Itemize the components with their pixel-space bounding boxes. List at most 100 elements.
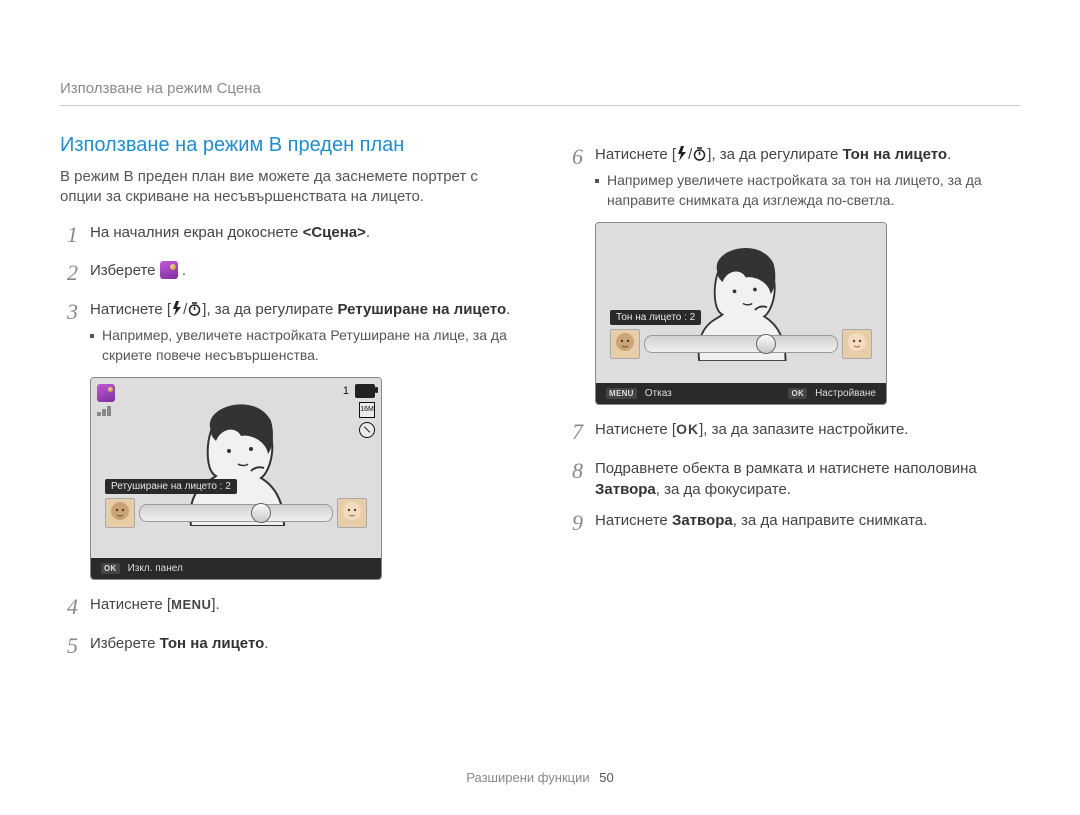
step-text: Натиснете [ <box>595 421 676 438</box>
sub-text: Например, увеличете настройката Ретушира… <box>102 326 515 365</box>
intro-text: В режим В преден план вие можете да засн… <box>60 167 515 208</box>
menu-key-label: MENU <box>606 388 637 399</box>
step-6: 6 Натиснете [/], за да регулирате Тон на… <box>565 144 1020 210</box>
timer-icon <box>692 146 707 167</box>
step-text: ], за да регулирате <box>202 301 337 318</box>
face-thumb-light <box>337 498 367 528</box>
step-body: Изберете Тон на лицето. <box>90 633 515 654</box>
mode-indicator-icon <box>97 384 115 402</box>
slider-label: Ретуширане на лицето : 2 <box>105 479 237 494</box>
footer-text: Изкл. панел <box>128 563 183 574</box>
slider-knob[interactable] <box>251 503 271 523</box>
manual-page: Използване на режим Сцена Използване на … <box>0 0 1080 815</box>
footer-text: Отказ <box>645 388 672 399</box>
step-number: 7 <box>565 417 583 448</box>
step-number: 4 <box>60 592 78 623</box>
step-text: . <box>182 262 186 279</box>
step-4: 4 Натиснете [MENU]. <box>60 594 515 623</box>
step-bold: Тон на лицето <box>160 635 265 652</box>
page-footer: Разширени функции 50 <box>0 770 1080 785</box>
step-text: ], за да регулирате <box>707 146 842 163</box>
step-number: 9 <box>565 508 583 539</box>
page-number: 50 <box>599 770 613 785</box>
timer-icon <box>187 301 202 322</box>
ok-key-icon: OK <box>676 420 699 440</box>
hud-top-right: 1 16M <box>343 384 375 438</box>
ok-key-label: OK <box>788 388 807 399</box>
shots-remaining: 1 <box>343 385 349 397</box>
step-text: . <box>947 146 951 163</box>
step-body: Изберете . <box>90 260 515 281</box>
camera-footer: MENU Отказ OK Настройване <box>596 383 886 404</box>
step-2: 2 Изберете . <box>60 260 515 289</box>
camera-preview: 1 16M <box>91 378 381 558</box>
menu-key-icon: MENU <box>171 596 211 614</box>
step-text: ]. <box>211 596 219 613</box>
step-number: 6 <box>565 142 583 173</box>
step-bold: Затвора <box>672 512 733 529</box>
beauty-mode-icon <box>160 261 178 279</box>
step-body: На началния екран докоснете <Сцена>. <box>90 222 515 243</box>
sub-bullet: Например, увеличете настройката Ретушира… <box>90 326 515 365</box>
sub-bullet: Например увеличете настройката за тон на… <box>595 171 1020 210</box>
footer-section: Разширени функции <box>466 770 589 785</box>
step-number: 8 <box>565 456 583 487</box>
step-text: . <box>366 224 370 241</box>
step-body: Натиснете [/], за да регулирате Ретушира… <box>90 299 515 365</box>
camera-preview: Тон на лицето : 2 <box>596 223 886 383</box>
step-5: 5 Изберете Тон на лицето. <box>60 633 515 662</box>
step-3: 3 Натиснете [/], за да регулирате Ретуши… <box>60 299 515 365</box>
step-text: На началния екран докоснете <box>90 224 303 241</box>
tone-slider: Тон на лицето : 2 <box>610 307 872 359</box>
signal-bars-icon <box>97 406 115 416</box>
face-thumb-light <box>842 329 872 359</box>
step-text: Изберете <box>90 262 160 279</box>
step-7: 7 Натиснете [OK], за да запазите настрой… <box>565 419 1020 448</box>
bullet-icon <box>90 334 94 338</box>
hud-top-left <box>97 384 115 416</box>
ok-key-label: OK <box>101 563 120 574</box>
step-text: Натиснете [ <box>90 596 171 613</box>
slider-row <box>105 498 367 528</box>
step-text: Подравнете обекта в рамката и натиснете … <box>595 460 977 477</box>
resolution-icon: 16M <box>359 402 375 418</box>
step-number: 2 <box>60 258 78 289</box>
step-body: Натиснете Затвора, за да направите снимк… <box>595 510 1020 531</box>
step-number: 5 <box>60 631 78 662</box>
slider-row <box>610 329 872 359</box>
step-text: . <box>264 635 268 652</box>
left-column: Използване на режим В преден план В режи… <box>60 134 515 672</box>
flash-icon <box>171 301 183 322</box>
breadcrumb: Използване на режим Сцена <box>60 80 1020 106</box>
step-number: 1 <box>60 220 78 251</box>
step-8: 8 Подравнете обекта в рамката и натиснет… <box>565 458 1020 500</box>
flash-icon <box>676 146 688 167</box>
step-body: Натиснете [/], за да регулирате Тон на л… <box>595 144 1020 210</box>
step-9: 9 Натиснете Затвора, за да направите сни… <box>565 510 1020 539</box>
step-body: Натиснете [MENU]. <box>90 594 515 615</box>
face-thumb-dark <box>105 498 135 528</box>
slider-label: Тон на лицето : 2 <box>610 310 701 325</box>
step-text: ], за да запазите настройките. <box>699 421 908 438</box>
battery-icon <box>355 384 375 398</box>
step-body: Натиснете [OK], за да запазите настройки… <box>595 419 1020 440</box>
step-text: Натиснете [ <box>595 146 676 163</box>
step-1: 1 На началния екран докоснете <Сцена>. <box>60 222 515 251</box>
slider-track[interactable] <box>644 335 838 353</box>
camera-screenshot-tone: Тон на лицето : 2 <box>595 222 887 405</box>
no-flash-icon <box>359 422 375 438</box>
face-thumb-dark <box>610 329 640 359</box>
slider-knob[interactable] <box>756 334 776 354</box>
step-text: . <box>506 301 510 318</box>
step-bold: Затвора <box>595 481 656 498</box>
step-text: , за да фокусирате. <box>656 481 791 498</box>
camera-screenshot-retouch: 1 16M <box>90 377 382 580</box>
step-body: Подравнете обекта в рамката и натиснете … <box>595 458 1020 500</box>
footer-text: Настройване <box>815 388 876 399</box>
camera-footer: OK Изкл. панел <box>91 558 381 579</box>
sub-text: Например увеличете настройката за тон на… <box>607 171 1020 210</box>
bullet-icon <box>595 179 599 183</box>
slider-track[interactable] <box>139 504 333 522</box>
section-title: Използване на режим В преден план <box>60 134 515 157</box>
step-text: , за да направите снимката. <box>733 512 928 529</box>
